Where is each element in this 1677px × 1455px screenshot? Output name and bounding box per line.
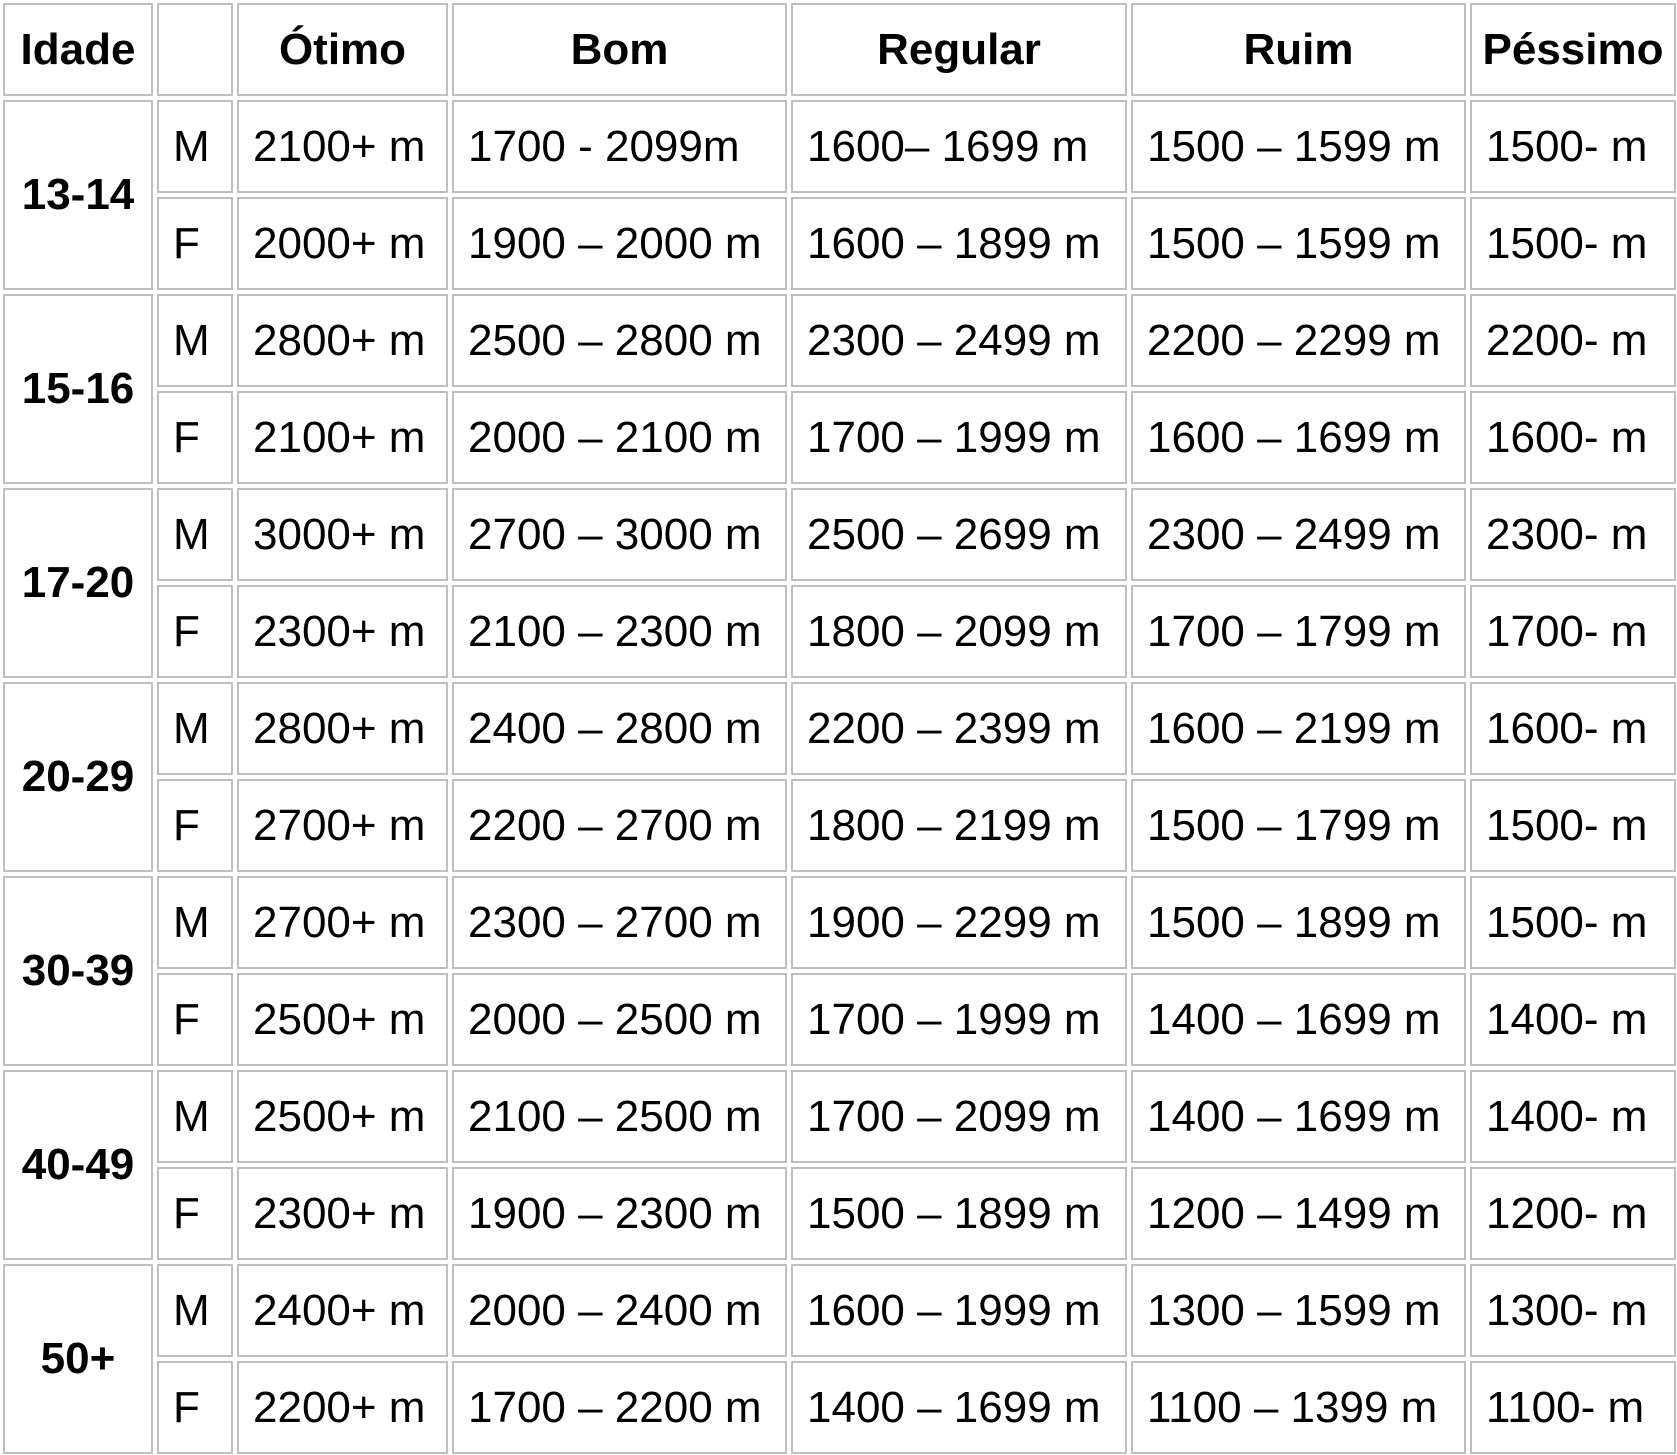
sex-cell: F [157,585,233,678]
value-cell-bom: 1900 – 2300 m [452,1167,787,1260]
value-cell-ruim: 1500 – 1799 m [1131,779,1466,872]
value-cell-ruim: 1500 – 1599 m [1131,197,1466,290]
value-cell-regular: 1700 – 2099 m [791,1070,1127,1163]
age-group-cell: 30-39 [3,876,153,1066]
value-cell-otimo: 2100+ m [237,391,448,484]
value-cell-ruim: 1400 – 1699 m [1131,1070,1466,1163]
value-cell-ruim: 1500 – 1599 m [1131,100,1466,193]
value-cell-otimo: 3000+ m [237,488,448,581]
value-cell-ruim: 1100 – 1399 m [1131,1361,1466,1454]
value-cell-regular: 1700 – 1999 m [791,391,1127,484]
value-cell-bom: 1900 – 2000 m [452,197,787,290]
value-cell-bom: 2300 – 2700 m [452,876,787,969]
age-group-cell: 40-49 [3,1070,153,1260]
value-cell-bom: 1700 – 2200 m [452,1361,787,1454]
sex-cell: M [157,294,233,387]
value-cell-bom: 2700 – 3000 m [452,488,787,581]
sex-cell: M [157,488,233,581]
value-cell-otimo: 2500+ m [237,1070,448,1163]
value-cell-regular: 1600 – 1999 m [791,1264,1127,1357]
value-cell-bom: 1700 - 2099m [452,100,787,193]
value-cell-pessimo: 1600- m [1470,682,1676,775]
value-cell-pessimo: 1500- m [1470,197,1676,290]
sex-cell: F [157,973,233,1066]
value-cell-pessimo: 2200- m [1470,294,1676,387]
header-cell: Ruim [1131,3,1466,96]
value-cell-regular: 1400 – 1699 m [791,1361,1127,1454]
sex-cell: M [157,100,233,193]
age-group-cell: 13-14 [3,100,153,290]
value-cell-ruim: 1400 – 1699 m [1131,973,1466,1066]
value-cell-regular: 2500 – 2699 m [791,488,1127,581]
value-cell-otimo: 2700+ m [237,779,448,872]
value-cell-otimo: 2300+ m [237,585,448,678]
value-cell-otimo: 2800+ m [237,682,448,775]
value-cell-ruim: 2300 – 2499 m [1131,488,1466,581]
sex-cell: F [157,391,233,484]
header-cell: Regular [791,3,1127,96]
value-cell-otimo: 2400+ m [237,1264,448,1357]
value-cell-otimo: 2200+ m [237,1361,448,1454]
value-cell-pessimo: 1300- m [1470,1264,1676,1357]
age-group-cell: 20-29 [3,682,153,872]
sex-cell: F [157,779,233,872]
age-group-cell: 50+ [3,1264,153,1454]
value-cell-otimo: 2300+ m [237,1167,448,1260]
value-cell-pessimo: 1100- m [1470,1361,1676,1454]
value-cell-pessimo: 1700- m [1470,585,1676,678]
value-cell-ruim: 1600 – 1699 m [1131,391,1466,484]
header-cell: Ótimo [237,3,448,96]
value-cell-regular: 2200 – 2399 m [791,682,1127,775]
value-cell-pessimo: 1500- m [1470,876,1676,969]
sex-cell: F [157,1361,233,1454]
sex-cell: M [157,1264,233,1357]
age-group-cell: 15-16 [3,294,153,484]
value-cell-pessimo: 1500- m [1470,779,1676,872]
sex-cell: M [157,1070,233,1163]
value-cell-otimo: 2800+ m [237,294,448,387]
value-cell-regular: 1900 – 2299 m [791,876,1127,969]
value-cell-regular: 1500 – 1899 m [791,1167,1127,1260]
sex-cell: M [157,876,233,969]
cooper-test-table: Idade Ótimo Bom Regular Ruim Péssimo 13-14 M 210… [0,0,1677,1455]
value-cell-regular: 1600– 1699 m [791,100,1127,193]
value-cell-otimo: 2500+ m [237,973,448,1066]
header-cell [157,3,233,96]
value-cell-ruim: 1700 – 1799 m [1131,585,1466,678]
value-cell-ruim: 1600 – 2199 m [1131,682,1466,775]
value-cell-ruim: 1200 – 1499 m [1131,1167,1466,1260]
sex-cell: F [157,1167,233,1260]
value-cell-otimo: 2700+ m [237,876,448,969]
value-cell-pessimo: 1400- m [1470,973,1676,1066]
value-cell-bom: 2000 – 2400 m [452,1264,787,1357]
value-cell-bom: 2000 – 2100 m [452,391,787,484]
value-cell-bom: 2000 – 2500 m [452,973,787,1066]
value-cell-bom: 2400 – 2800 m [452,682,787,775]
value-cell-pessimo: 2300- m [1470,488,1676,581]
value-cell-pessimo: 1200- m [1470,1167,1676,1260]
value-cell-pessimo: 1600- m [1470,391,1676,484]
sex-cell: F [157,197,233,290]
value-cell-regular: 2300 – 2499 m [791,294,1127,387]
value-cell-bom: 2100 – 2500 m [452,1070,787,1163]
value-cell-regular: 1800 – 2099 m [791,585,1127,678]
value-cell-pessimo: 1400- m [1470,1070,1676,1163]
value-cell-ruim: 2200 – 2299 m [1131,294,1466,387]
value-cell-otimo: 2000+ m [237,197,448,290]
value-cell-bom: 2100 – 2300 m [452,585,787,678]
header-cell: Bom [452,3,787,96]
value-cell-pessimo: 1500- m [1470,100,1676,193]
header-cell: Péssimo [1470,3,1676,96]
value-cell-regular: 1800 – 2199 m [791,779,1127,872]
value-cell-regular: 1600 – 1899 m [791,197,1127,290]
header-cell: Idade [3,3,153,96]
sex-cell: M [157,682,233,775]
value-cell-otimo: 2100+ m [237,100,448,193]
value-cell-ruim: 1500 – 1899 m [1131,876,1466,969]
age-group-cell: 17-20 [3,488,153,678]
value-cell-bom: 2500 – 2800 m [452,294,787,387]
value-cell-regular: 1700 – 1999 m [791,973,1127,1066]
value-cell-ruim: 1300 – 1599 m [1131,1264,1466,1357]
value-cell-bom: 2200 – 2700 m [452,779,787,872]
